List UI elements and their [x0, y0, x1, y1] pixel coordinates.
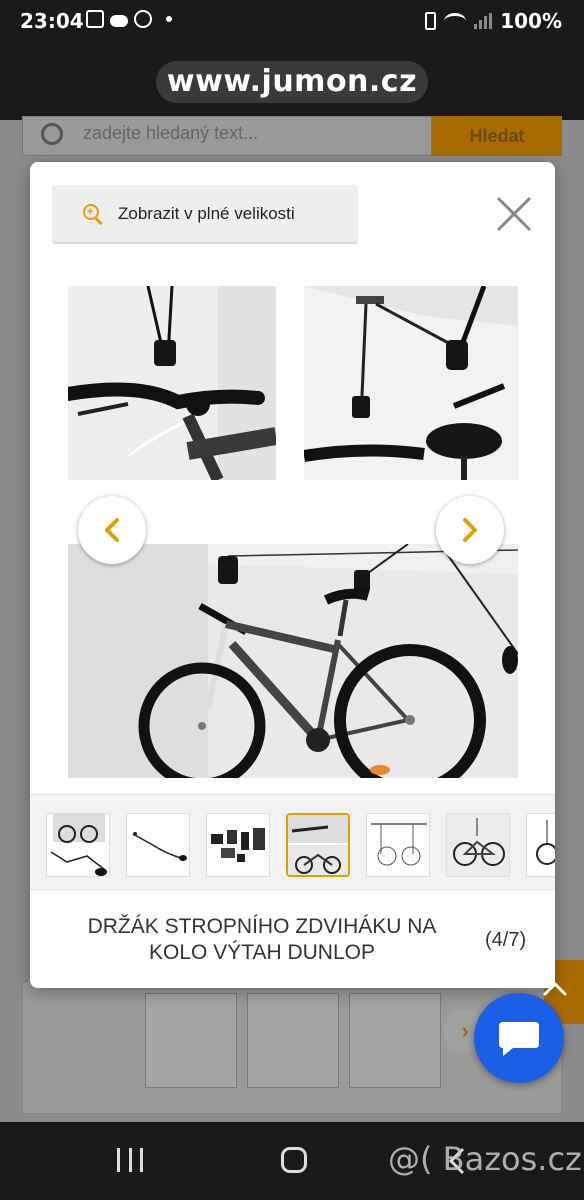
notification-icons — [86, 10, 172, 28]
watermark: @( Bazos.cz — [388, 1140, 582, 1178]
thumbnail-6[interactable] — [446, 813, 510, 877]
background-thumb — [349, 993, 441, 1088]
product-photo-seat — [304, 286, 518, 480]
more-notifications-icon — [166, 16, 172, 22]
background-search-button: Hledat — [432, 116, 562, 156]
zoom-in-icon: + — [83, 203, 103, 225]
browser-url-bar: www.jumon.cz — [0, 44, 584, 120]
background-thumb — [247, 993, 339, 1088]
product-photo-bike — [68, 544, 518, 778]
android-nav-bar: @( Bazos.cz — [0, 1122, 584, 1200]
battery-saver-icon — [425, 12, 437, 30]
chat-bubble-icon — [499, 1022, 539, 1056]
wifi-icon — [444, 13, 467, 29]
status-bar: 23:04 100% — [0, 0, 584, 44]
gallery-icon — [86, 10, 104, 28]
status-time: 23:04 — [20, 9, 84, 33]
fullsize-label: Zobrazit v plné velikosti — [118, 203, 295, 223]
thumbnail-strip — [30, 794, 555, 890]
fullsize-button[interactable]: + Zobrazit v plné velikosti — [52, 185, 358, 244]
chevron-right-icon — [463, 518, 477, 542]
chat-button[interactable] — [474, 993, 564, 1083]
previous-image-button[interactable] — [78, 496, 146, 564]
cloud-icon — [110, 14, 128, 27]
image-lightbox: + Zobrazit v plné velikosti DRŽÁK STROPN… — [30, 162, 555, 988]
search-placeholder: zadejte hledaný text... — [83, 123, 259, 143]
thumbnail-3[interactable] — [206, 813, 270, 877]
thumbnail-2[interactable] — [126, 813, 190, 877]
next-image-button[interactable] — [436, 496, 504, 564]
system-icons: 100% — [425, 9, 562, 33]
home-button[interactable] — [281, 1147, 307, 1173]
whatsapp-icon — [134, 10, 152, 28]
thumbnail-5[interactable] — [366, 813, 430, 877]
battery-level: 100% — [500, 9, 562, 33]
image-caption: DRŽÁK STROPNÍHO ZDVIHÁKU NA KOLO VÝTAH D… — [30, 890, 555, 988]
recent-apps-button[interactable] — [117, 1148, 143, 1172]
image-counter: (4/7) — [485, 929, 527, 951]
signal-icon — [474, 13, 493, 29]
product-photo-handlebar — [68, 286, 276, 480]
thumbnail-1[interactable] — [46, 813, 110, 877]
product-title-line-1: DRŽÁK STROPNÍHO ZDVIHÁKU NA — [87, 915, 437, 938]
search-icon — [41, 123, 63, 145]
thumbnail-4[interactable] — [286, 813, 350, 877]
url-display[interactable]: www.jumon.cz — [156, 61, 428, 103]
background-search-input: zadejte hledaný text... — [22, 116, 432, 156]
thumbnail-7[interactable] — [526, 813, 555, 877]
background-thumb — [145, 993, 237, 1088]
chevron-left-icon — [105, 518, 119, 542]
product-title-line-2: KOLO VÝTAH DUNLOP — [149, 941, 375, 964]
product-title: DRŽÁK STROPNÍHO ZDVIHÁKU NA KOLO VÝTAH D… — [60, 914, 464, 966]
close-icon[interactable] — [495, 195, 533, 233]
